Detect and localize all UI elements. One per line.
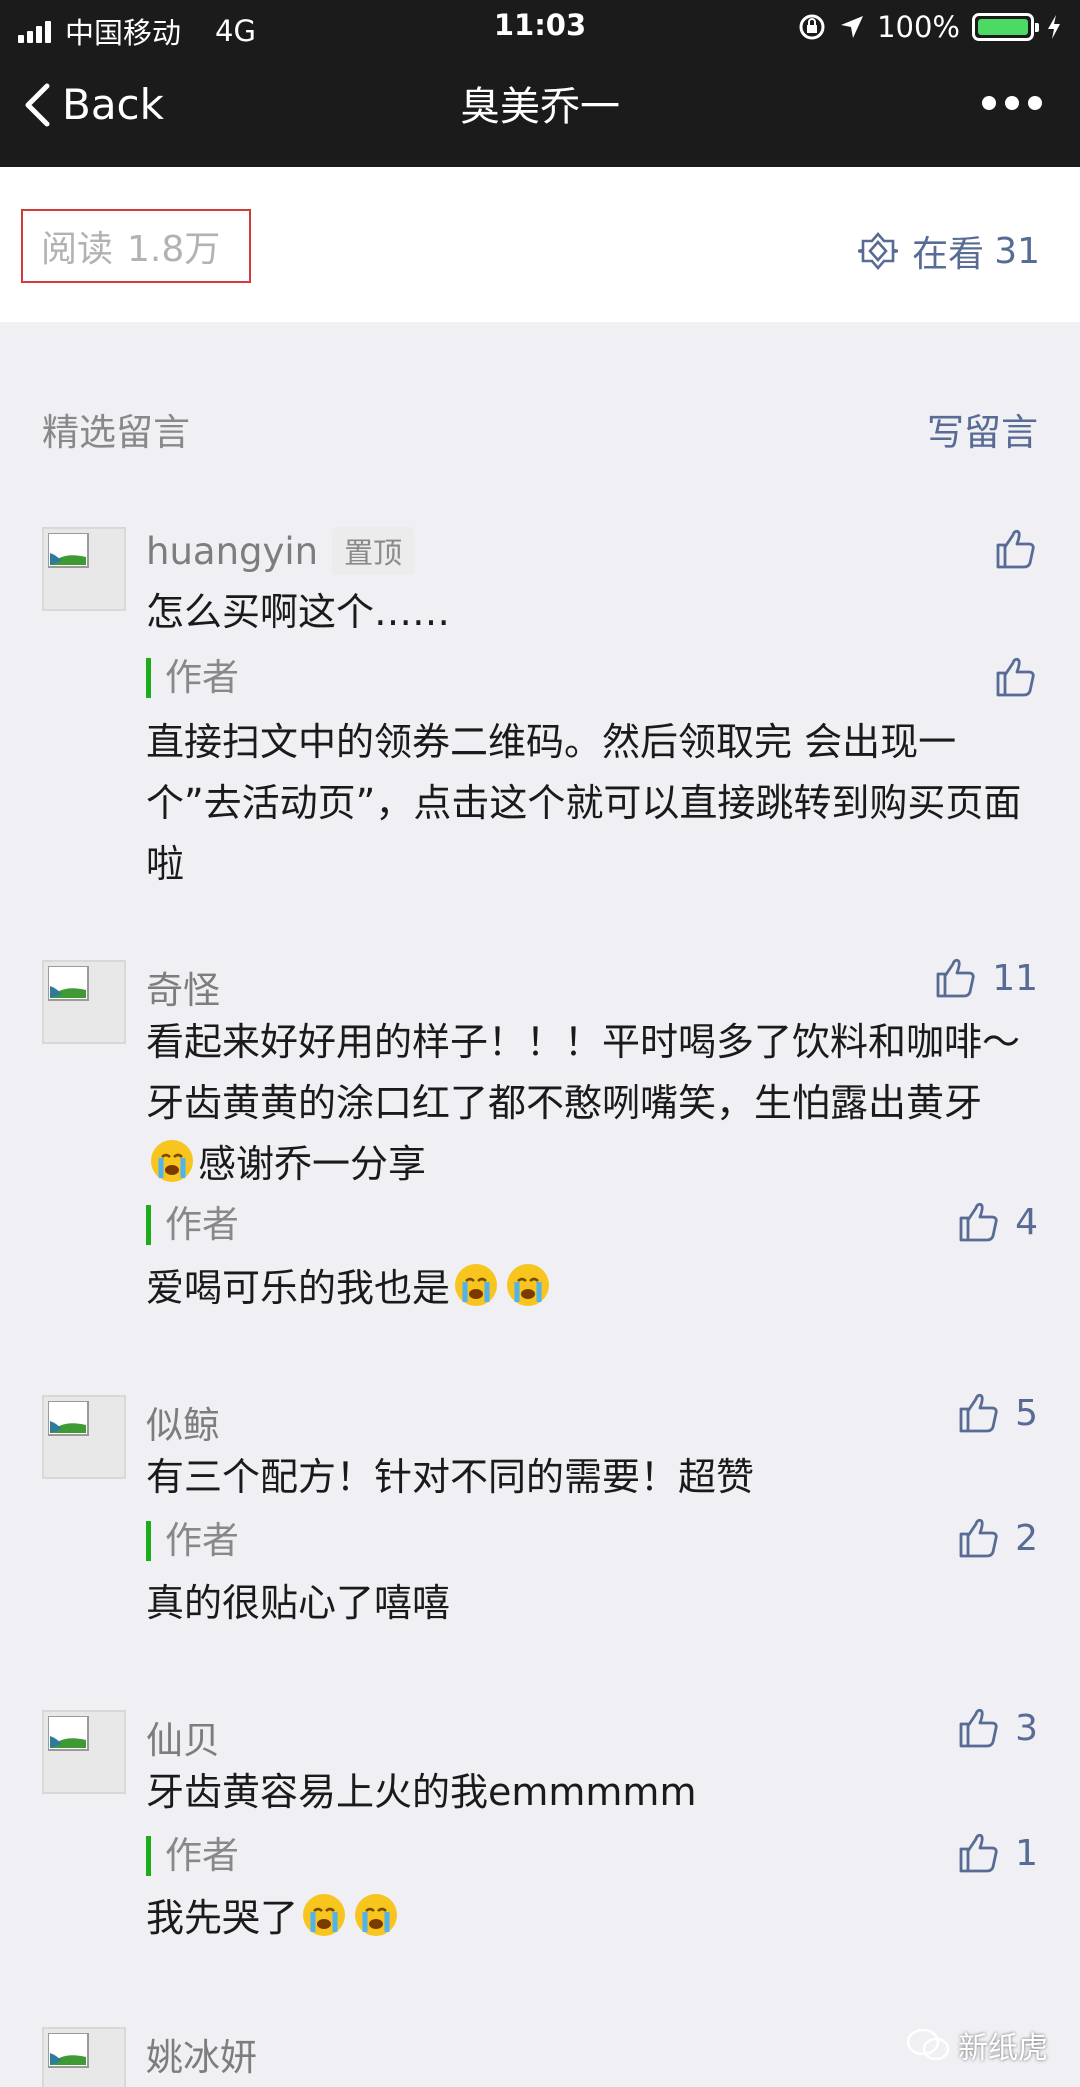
stats-bar: 阅读 1.8万 在看 31 <box>0 167 1080 322</box>
like-button[interactable] <box>994 527 1038 571</box>
wechat-logo-icon <box>906 2028 950 2061</box>
image-placeholder-icon <box>48 1401 89 1436</box>
comment-nickname: 仙贝 <box>146 1710 220 1764</box>
like-count: 4 <box>1015 1201 1038 1243</box>
like-count: 3 <box>1015 1707 1038 1749</box>
pinned-badge: 置顶 <box>332 527 415 575</box>
comment-nickname: huangyin 置顶 <box>146 527 415 575</box>
zaikan-button[interactable]: 在看 31 <box>858 225 1040 277</box>
like-button[interactable]: 11 <box>934 956 1038 1000</box>
zaikan-label: 在看 <box>912 234 985 275</box>
author-reply-text: 我先哭了 <box>146 1888 1026 1949</box>
comment-text: 看起来好好用的样子！！！平时喝多了饮料和咖啡～牙齿黄黄的涂口红了都不憨咧嘴笑，生… <box>146 1012 1026 1195</box>
avatar[interactable] <box>42 527 126 611</box>
comment-text: 怎么买啊这个…… <box>146 590 451 634</box>
avatar[interactable] <box>42 1710 126 1794</box>
nickname-text: huangyin <box>146 529 319 573</box>
more-button[interactable] <box>982 96 1042 110</box>
thumbs-up-icon <box>959 1202 998 1242</box>
reply-text-part: 我先哭了 <box>146 1896 299 1940</box>
watermark-text: 新纸虎 <box>958 2031 1048 2066</box>
image-placeholder-icon <box>48 533 89 568</box>
author-reply-text: 爱喝可乐的我也是 <box>146 1258 1026 1319</box>
charging-icon <box>1048 15 1060 39</box>
nickname-text: 似鲸 <box>146 1404 220 1447</box>
nickname-text: 仙贝 <box>146 1719 220 1762</box>
chevron-left-icon <box>25 83 50 126</box>
reply-like-button[interactable]: 4 <box>957 1200 1038 1244</box>
avatar[interactable] <box>42 2027 126 2087</box>
thumbs-up-icon <box>959 1518 998 1558</box>
thumbs-up-icon <box>959 1393 998 1433</box>
avatar[interactable] <box>42 1395 126 1479</box>
thumbs-up-icon <box>996 529 1035 569</box>
like-count: 2 <box>1015 1517 1038 1559</box>
author-reply-tag: 作者 <box>146 1836 239 1876</box>
reply-like-button[interactable]: 1 <box>957 1831 1038 1875</box>
thumbs-up-icon <box>959 1708 998 1748</box>
image-placeholder-icon <box>48 2033 89 2068</box>
nav-bar: Back 臭美乔一 <box>0 52 1080 167</box>
featured-comments-label: 精选留言 <box>42 411 190 454</box>
crying-emoji-icon <box>151 1140 193 1182</box>
read-count: 1.8万 <box>127 229 221 270</box>
back-button[interactable]: Back <box>24 80 164 129</box>
author-reply-tag: 作者 <box>146 1205 239 1245</box>
thumbs-up-icon <box>936 958 975 998</box>
read-label: 阅读 <box>41 229 114 270</box>
status-bar: 中国移动 4G 11:03 100% <box>0 0 1080 52</box>
like-count: 5 <box>1015 1392 1038 1434</box>
zaikan-icon <box>858 232 899 270</box>
author-reply-tag: 作者 <box>146 658 239 698</box>
nickname-text: 姚冰妍 <box>146 2036 257 2079</box>
reply-like-button[interactable]: 2 <box>957 1516 1038 1560</box>
like-count: 11 <box>992 957 1038 999</box>
back-label: Back <box>62 80 164 129</box>
write-comment-link[interactable]: 写留言 <box>927 402 1038 456</box>
battery-percent: 100% <box>877 10 960 44</box>
watermark: 新纸虎 <box>906 2023 1048 2067</box>
like-button[interactable]: 5 <box>957 1391 1038 1435</box>
comment-text-part: 感谢乔一分享 <box>198 1142 427 1186</box>
author-reply-tag: 作者 <box>146 1521 239 1561</box>
thumbs-up-icon <box>959 1833 998 1873</box>
nickname-text: 奇怪 <box>146 969 220 1012</box>
image-placeholder-icon <box>48 966 89 1001</box>
comments-header: 精选留言 写留言 <box>0 322 1080 454</box>
author-reply-text: 直接扫文中的领券二维码。然后领取完 会出现一个”去活动页”，点击这个就可以直接跳… <box>146 720 1022 886</box>
like-count: 1 <box>1015 1832 1038 1874</box>
crying-emoji-icon <box>455 1264 498 1306</box>
reply-like-button[interactable] <box>994 655 1038 699</box>
crying-emoji-icon <box>507 1264 550 1306</box>
rotation-lock-icon <box>799 14 825 40</box>
comment-text-part: 看起来好好用的样子！！！平时喝多了饮料和咖啡～牙齿黄黄的涂口红了都不憨咧嘴笑，生… <box>146 1020 1021 1125</box>
comment-nickname: 似鲸 <box>146 1395 220 1449</box>
like-button[interactable]: 3 <box>957 1706 1038 1750</box>
read-count-box: 阅读 1.8万 <box>21 209 251 283</box>
status-right: 100% <box>797 10 1062 44</box>
comment-nickname: 奇怪 <box>146 960 220 1014</box>
comment-text: 牙齿黄容易上火的我emmmmm <box>146 1770 697 1814</box>
battery-icon <box>972 13 1039 41</box>
image-placeholder-icon <box>48 1716 89 1751</box>
avatar[interactable] <box>42 960 126 1044</box>
zaikan-count: 31 <box>994 230 1040 272</box>
crying-emoji-icon <box>303 1894 346 1936</box>
comment-text: 有三个配方！针对不同的需要！超赞 <box>146 1455 755 1499</box>
comment-nickname: 姚冰妍 <box>146 2027 257 2081</box>
author-reply-text: 真的很贴心了嘻嘻 <box>146 1581 451 1625</box>
crying-emoji-icon <box>355 1894 398 1936</box>
thumbs-up-icon <box>996 657 1035 697</box>
location-icon <box>841 16 864 38</box>
reply-text-part: 爱喝可乐的我也是 <box>146 1266 451 1310</box>
